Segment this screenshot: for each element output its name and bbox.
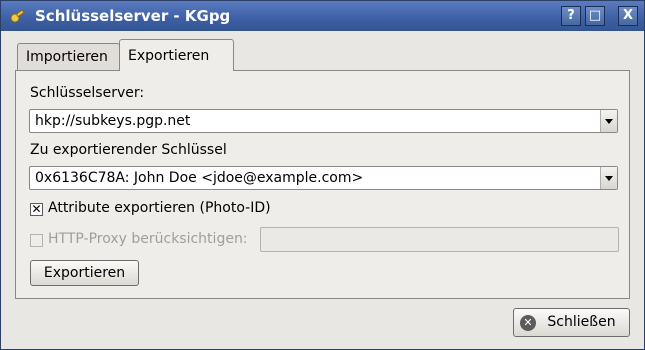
proxy-checkbox[interactable] <box>30 234 43 247</box>
tab-exportieren[interactable]: Exportieren <box>119 39 234 71</box>
tab-exportieren-label: Exportieren <box>128 48 210 64</box>
attribute-checkbox[interactable]: ✕ <box>30 203 43 216</box>
attribute-checkbox-label[interactable]: Attribute exportieren (Photo-ID) <box>48 200 271 216</box>
title-bar[interactable]: Schlüsselserver - KGpg ? □ X <box>1 1 644 31</box>
server-combobox[interactable]: hkp://subkeys.pgp.net <box>29 109 618 133</box>
maximize-button[interactable]: □ <box>585 6 605 26</box>
window-title: Schlüsselserver - KGpg <box>35 7 231 25</box>
key-label: Zu exportierender Schlüssel <box>30 142 227 158</box>
proxy-checkbox-label[interactable]: HTTP-Proxy berücksichtigen: <box>48 231 248 247</box>
chevron-down-icon[interactable] <box>600 167 617 189</box>
close-dialog-button[interactable]: ✕ Schließen <box>513 308 630 337</box>
help-button[interactable]: ? <box>561 6 581 26</box>
key-value: 0x6136C78A: John Doe <jdoe@example.com> <box>35 170 364 186</box>
export-button[interactable]: Exportieren <box>30 260 139 286</box>
tab-importieren-label: Importieren <box>26 49 108 65</box>
chevron-down-icon[interactable] <box>600 110 617 132</box>
dialog-window: Schlüsselserver - KGpg ? □ X Importieren… <box>0 0 645 350</box>
close-window-button[interactable]: X <box>618 6 638 26</box>
proxy-input[interactable] <box>260 227 619 252</box>
server-label: Schlüsselserver: <box>30 85 145 101</box>
kgpg-key-icon <box>10 9 25 23</box>
close-dialog-label: Schließen <box>547 314 616 330</box>
tab-importieren[interactable]: Importieren <box>17 43 120 71</box>
export-button-label: Exportieren <box>43 265 126 281</box>
key-combobox[interactable]: 0x6136C78A: John Doe <jdoe@example.com> <box>29 166 618 190</box>
server-value: hkp://subkeys.pgp.net <box>35 113 191 129</box>
export-panel: Schlüsselserver: hkp://subkeys.pgp.net Z… <box>15 70 630 299</box>
close-circle-icon: ✕ <box>520 315 536 331</box>
